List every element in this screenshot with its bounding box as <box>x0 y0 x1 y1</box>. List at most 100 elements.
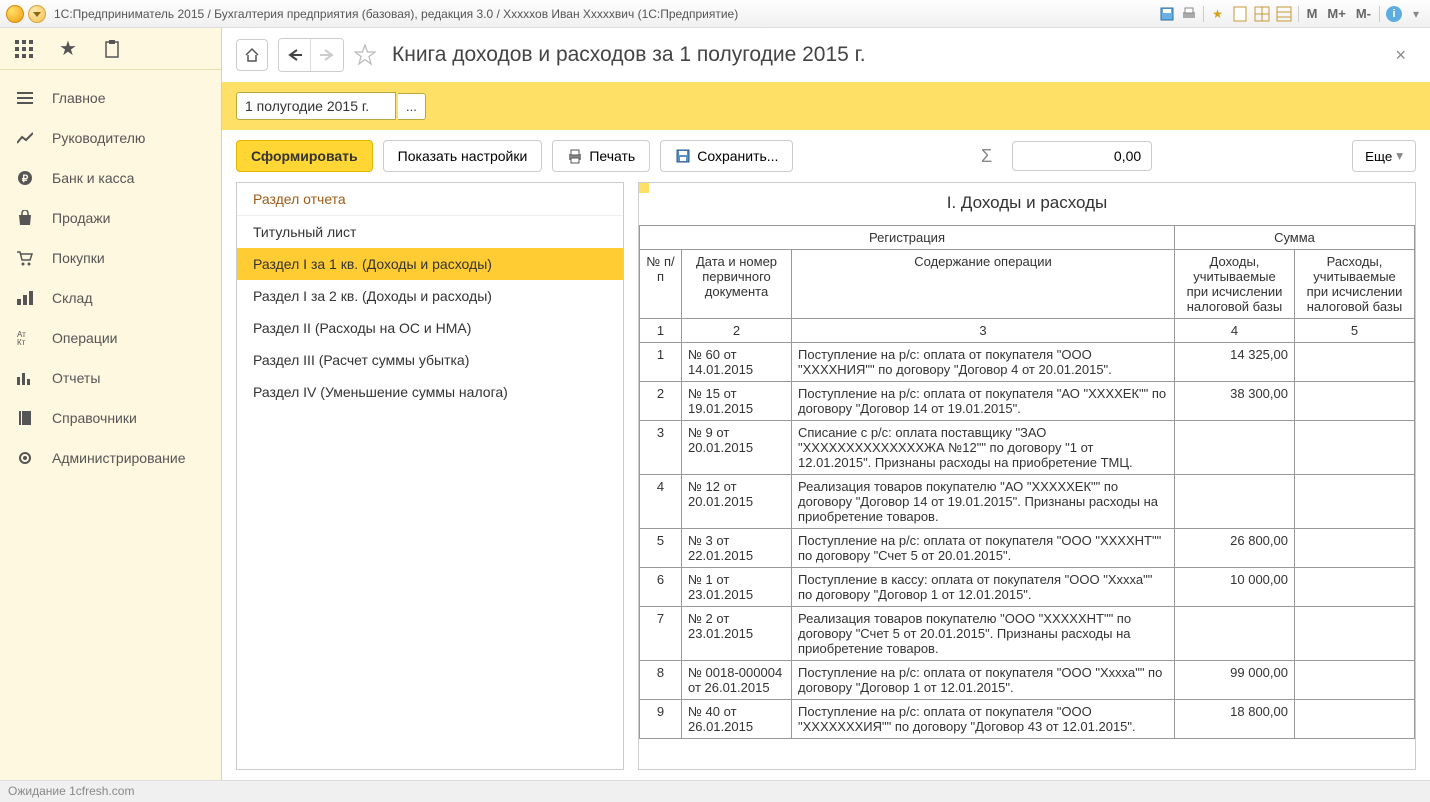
sigma-button[interactable]: Σ <box>971 146 1002 167</box>
cell-doc: № 2 от 23.01.2015 <box>682 607 792 661</box>
table-row[interactable]: 1№ 60 от 14.01.2015Поступление на р/с: о… <box>640 343 1415 382</box>
cell-expense <box>1294 700 1414 739</box>
form-button[interactable]: Сформировать <box>236 140 373 172</box>
doc-icon[interactable] <box>1232 6 1248 22</box>
cell-op: Поступление на р/с: оплата от покупателя… <box>792 661 1175 700</box>
save-label: Сохранить... <box>697 148 778 164</box>
cell-op: Поступление на р/с: оплата от покупателя… <box>792 529 1175 568</box>
print-titlebar-icon[interactable] <box>1181 6 1197 22</box>
cell-doc: № 9 от 20.01.2015 <box>682 421 792 475</box>
app-icon[interactable] <box>6 5 24 23</box>
sidebar-item-main[interactable]: Главное <box>0 78 221 118</box>
chevron-down-icon[interactable]: ▾ <box>1408 6 1424 22</box>
cell-doc: № 40 от 26.01.2015 <box>682 700 792 739</box>
window-title: 1С:Предприниматель 2015 / Бухгалтерия пр… <box>54 7 738 21</box>
kudir-table: Регистрация Сумма № п/п Дата и номер пер… <box>639 225 1415 739</box>
cell-n: 5 <box>640 529 682 568</box>
cell-expense <box>1294 343 1414 382</box>
chevron-down-icon: ▾ <box>1396 148 1403 164</box>
cell-n: 2 <box>640 382 682 421</box>
sidebar-item-label: Администрирование <box>52 450 186 466</box>
table-row[interactable]: 2№ 15 от 19.01.2015Поступление на р/с: о… <box>640 382 1415 421</box>
section-row[interactable]: Раздел IV (Уменьшение суммы налога) <box>237 376 623 408</box>
svg-text:₽: ₽ <box>22 174 29 185</box>
cell-expense <box>1294 475 1414 529</box>
show-settings-button[interactable]: Показать настройки <box>383 140 543 172</box>
m-minus-button[interactable]: M- <box>1354 6 1373 21</box>
cell-doc: № 1 от 23.01.2015 <box>682 568 792 607</box>
table-row[interactable]: 7№ 2 от 23.01.2015Реализация товаров пок… <box>640 607 1415 661</box>
close-button[interactable]: × <box>1385 41 1416 70</box>
cell-income <box>1174 607 1294 661</box>
sidebar-item-refs[interactable]: Справочники <box>0 398 221 438</box>
section-row[interactable]: Раздел I за 1 кв. (Доходы и расходы) <box>237 248 623 280</box>
cell-n: 3 <box>640 421 682 475</box>
cell-expense <box>1294 382 1414 421</box>
sidebar-item-label: Отчеты <box>52 370 100 386</box>
sidebar-item-label: Покупки <box>52 250 105 266</box>
marker <box>639 183 649 193</box>
idx-3: 3 <box>792 319 1175 343</box>
save-db-icon[interactable] <box>1159 6 1175 22</box>
sidebar-item-reports[interactable]: Отчеты <box>0 358 221 398</box>
cart-icon <box>16 249 34 267</box>
section-row[interactable]: Раздел I за 2 кв. (Доходы и расходы) <box>237 280 623 312</box>
toolbar: Сформировать Показать настройки Печать С… <box>222 130 1430 182</box>
period-picker-button[interactable]: ... <box>398 93 426 120</box>
section-row[interactable]: Титульный лист <box>237 216 623 248</box>
period-input[interactable] <box>236 92 396 120</box>
sidebar-item-stock[interactable]: Склад <box>0 278 221 318</box>
table-row[interactable]: 4№ 12 от 20.01.2015Реализация товаров по… <box>640 475 1415 529</box>
th-npp: № п/п <box>640 250 682 319</box>
clipboard-icon[interactable] <box>102 39 122 59</box>
favorite-star-icon[interactable] <box>354 44 376 66</box>
star-icon[interactable]: ★ <box>1210 6 1226 22</box>
grid1-icon[interactable] <box>1254 6 1270 22</box>
cell-income: 18 800,00 <box>1174 700 1294 739</box>
cell-expense <box>1294 661 1414 700</box>
sidebar-item-manager[interactable]: Руководителю <box>0 118 221 158</box>
sidebar-item-label: Операции <box>52 330 118 346</box>
table-row[interactable]: 5№ 3 от 22.01.2015Поступление на р/с: оп… <box>640 529 1415 568</box>
cell-n: 4 <box>640 475 682 529</box>
m-button[interactable]: M <box>1305 6 1320 21</box>
more-button[interactable]: Еще▾ <box>1352 140 1416 172</box>
home-button[interactable] <box>236 39 268 71</box>
table-row[interactable]: 8№ 0018-000004 от 26.01.2015Поступление … <box>640 661 1415 700</box>
print-button[interactable]: Печать <box>552 140 650 172</box>
report-area[interactable]: I. Доходы и расходы Регистрация Сумма № … <box>638 182 1416 770</box>
sidebar-item-admin[interactable]: Администрирование <box>0 438 221 478</box>
status-bar: Ожидание 1cfresh.com <box>0 780 1430 802</box>
dropdown-icon[interactable] <box>28 5 46 23</box>
cell-expense <box>1294 607 1414 661</box>
th-registration: Регистрация <box>640 226 1175 250</box>
help-icon[interactable]: i <box>1386 6 1402 22</box>
cell-op: Реализация товаров покупателю "ООО "ХХХХ… <box>792 607 1175 661</box>
sum-field[interactable] <box>1012 141 1152 171</box>
save-button[interactable]: Сохранить... <box>660 140 793 172</box>
sidebar-item-purchases[interactable]: Покупки <box>0 238 221 278</box>
back-button[interactable] <box>279 39 311 71</box>
sidebar-item-bank[interactable]: ₽ Банк и касса <box>0 158 221 198</box>
apps-grid-icon[interactable] <box>14 39 34 59</box>
cell-op: Поступление на р/с: оплата от покупателя… <box>792 382 1175 421</box>
m-plus-button[interactable]: M+ <box>1325 6 1347 21</box>
forward-button[interactable] <box>311 39 343 71</box>
diskette-icon <box>675 148 691 164</box>
cell-income: 14 325,00 <box>1174 343 1294 382</box>
star-outline-icon[interactable]: ★ <box>58 39 78 59</box>
table-row[interactable]: 9№ 40 от 26.01.2015Поступление на р/с: о… <box>640 700 1415 739</box>
th-sum: Сумма <box>1174 226 1414 250</box>
section-row[interactable]: Раздел III (Расчет суммы убытка) <box>237 344 623 376</box>
cell-op: Поступление в кассу: оплата от покупател… <box>792 568 1175 607</box>
table-row[interactable]: 6№ 1 от 23.01.2015Поступление в кассу: о… <box>640 568 1415 607</box>
section-row[interactable]: Раздел II (Расходы на ОС и НМА) <box>237 312 623 344</box>
grid2-icon[interactable] <box>1276 6 1292 22</box>
cell-op: Списание с р/с: оплата поставщику "ЗАО "… <box>792 421 1175 475</box>
sidebar-item-sales[interactable]: Продажи <box>0 198 221 238</box>
cell-op: Поступление на р/с: оплата от покупателя… <box>792 343 1175 382</box>
table-row[interactable]: 3№ 9 от 20.01.2015Списание с р/с: оплата… <box>640 421 1415 475</box>
sidebar-item-operations[interactable]: АтКтОперации <box>0 318 221 358</box>
sidebar-item-label: Банк и касса <box>52 170 134 186</box>
th-doc: Дата и номер первичного документа <box>682 250 792 319</box>
